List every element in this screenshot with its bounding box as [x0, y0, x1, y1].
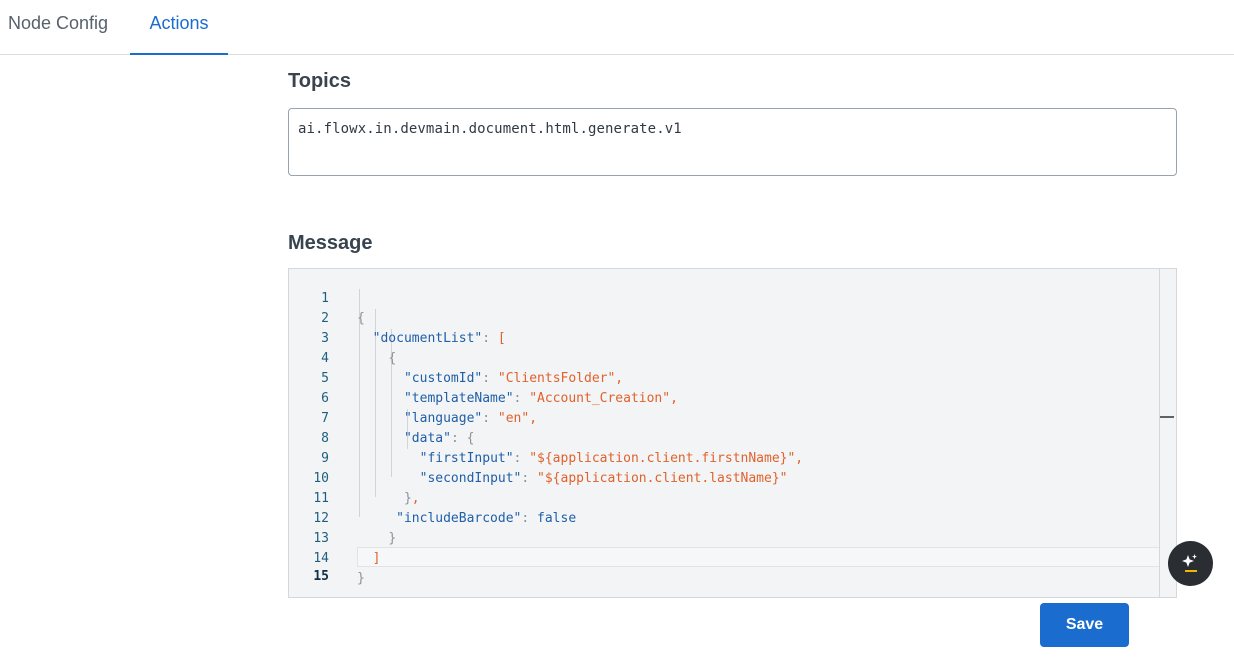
code-line: 15	[289, 547, 1159, 584]
code-line: 5 "templateName": "Account_Creation",	[289, 349, 1159, 406]
code-line: 6 "language": "en",	[289, 369, 1159, 426]
tab-bar: Node Config Actions	[0, 0, 1234, 55]
code-line: 9 "secondInput": "${application.client.l…	[289, 429, 1159, 486]
line-number: 15	[313, 569, 329, 584]
message-heading: Message	[288, 232, 373, 254]
tab-actions[interactable]: Actions	[130, 0, 228, 55]
code-line: 14 }	[289, 529, 1159, 586]
code-line: 11 "includeBarcode": false	[289, 469, 1159, 526]
code-line: 10 },	[289, 449, 1159, 506]
code-line: 12 }	[289, 489, 1159, 546]
code-line: 2 "documentList": [	[289, 289, 1159, 346]
sparkle-icon	[1182, 554, 1197, 572]
code-line: 13 ]	[289, 509, 1159, 566]
tab-node-config[interactable]: Node Config	[8, 0, 108, 54]
topics-value: ai.flowx.in.devmain.document.html.genera…	[298, 121, 682, 137]
scroll-position-marker	[1160, 416, 1174, 418]
code-line: 8 "firstInput": "${application.client.fi…	[289, 409, 1159, 466]
topics-field[interactable]: ai.flowx.in.devmain.document.html.genera…	[288, 108, 1177, 176]
message-code-editor[interactable]: 1 { 2 "documentList": [ 3 { 4 "customId"…	[288, 268, 1177, 598]
code-line: 1 {	[289, 269, 1159, 326]
code-line: 4 "customId": "ClientsFolder",	[289, 329, 1159, 386]
code-line: 7 "data": {	[289, 389, 1159, 446]
save-button[interactable]: Save	[1040, 603, 1129, 647]
topics-heading: Topics	[288, 70, 351, 92]
code-line: 3 {	[289, 309, 1159, 366]
ai-assistant-button[interactable]	[1168, 541, 1213, 586]
